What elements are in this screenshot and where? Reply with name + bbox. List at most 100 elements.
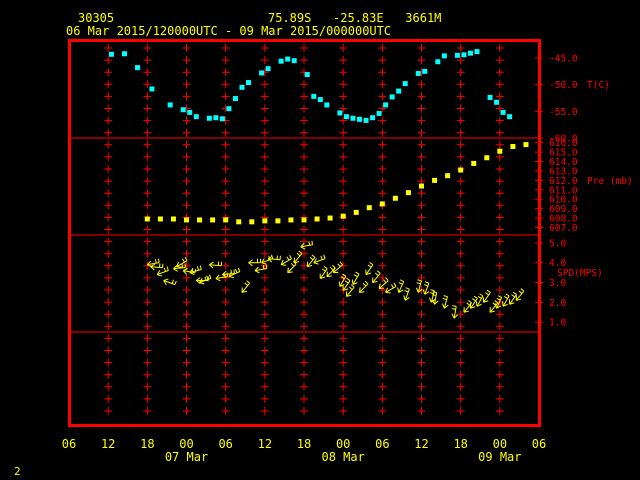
grid-cross (260, 104, 269, 113)
temperature-point (291, 58, 297, 64)
temperature-point (422, 68, 428, 74)
grid-cross (260, 298, 269, 307)
pressure-point (353, 209, 359, 215)
grid-cross (339, 394, 348, 403)
temperature-point (376, 110, 382, 116)
grid-cross (417, 334, 426, 343)
grid-cross (495, 322, 504, 331)
grid-cross (221, 249, 230, 258)
grid-cross (456, 116, 465, 125)
x-tick-label: 12 (414, 437, 428, 451)
pressure-point (170, 216, 176, 222)
wind-barb (313, 254, 326, 265)
temperature-point (180, 107, 186, 113)
x-tick-label: 06 (62, 437, 76, 451)
grid-cross (300, 80, 308, 89)
grid-cross (300, 225, 308, 234)
grid-cross (417, 358, 426, 367)
grid-cross (104, 370, 113, 379)
grid-cross (221, 334, 230, 343)
grid-cross (456, 152, 465, 161)
grid-cross (300, 128, 308, 137)
grid-cross (417, 261, 426, 270)
grid-cross (221, 261, 230, 270)
grid-cross (300, 273, 308, 282)
pressure-point (392, 195, 398, 201)
grid-cross (260, 44, 269, 52)
grid-cross (221, 92, 230, 101)
pressure-point (275, 218, 281, 224)
right-axis-labels: -45.0-50.0-55.0-60.0616.0615.0614.0613.0… (535, 54, 633, 329)
x-tick-label: 18 (453, 437, 467, 451)
grid-cross (378, 382, 387, 391)
grid-cross (221, 128, 230, 137)
grid-cross (143, 237, 152, 246)
grid-cross (182, 189, 191, 198)
page-number: 2 (14, 465, 21, 478)
grid-cross (104, 225, 113, 234)
grid-cross (182, 80, 191, 89)
grid-cross (417, 152, 426, 161)
pressure-point (249, 219, 255, 225)
wind-barb (293, 250, 303, 264)
wind-barb (338, 273, 347, 287)
grid-cross (495, 370, 504, 379)
grid-cross (104, 382, 113, 391)
wind-barb (345, 284, 355, 297)
grid-cross (182, 140, 191, 149)
grid-cross (143, 322, 152, 331)
grid-cross (104, 346, 113, 355)
y-tick-label: -50.0 (549, 80, 578, 91)
pressure-point (471, 160, 477, 166)
grid-cross (339, 346, 348, 355)
wind-barb (378, 277, 389, 289)
grid-cross (456, 104, 465, 113)
grid-cross (417, 104, 426, 113)
grid-cross (495, 225, 504, 234)
y-tick-label: 5.0 (549, 238, 566, 249)
grid-cross (495, 310, 504, 319)
grid-cross (495, 249, 504, 258)
grid-cross (495, 80, 504, 89)
grid-cross (495, 116, 504, 125)
x-day-label: 09 Mar (478, 450, 521, 464)
grid-cross (339, 189, 348, 198)
temperature-point (219, 116, 225, 122)
grid-cross (104, 152, 113, 161)
grid-cross (143, 407, 152, 415)
temperature-point (167, 102, 173, 108)
grid-cross (143, 394, 152, 403)
grid-cross (456, 249, 465, 258)
grid-cross (339, 310, 348, 319)
grid-cross (221, 394, 230, 403)
temperature-point (206, 115, 212, 121)
grid-cross (456, 394, 465, 403)
grid-cross (300, 189, 308, 198)
grid-cross (378, 116, 387, 125)
pressure-point (523, 142, 529, 148)
grid-cross (221, 152, 230, 161)
grid-cross (417, 407, 426, 415)
grid-cross (339, 225, 348, 234)
temperature-point (259, 70, 265, 76)
grid-cross (260, 346, 269, 355)
temperature-point (324, 102, 330, 108)
grid-cross (260, 370, 269, 379)
wind-barb (442, 295, 449, 309)
grid-cross (495, 165, 504, 173)
grid-cross (300, 177, 308, 186)
temperature-point (343, 114, 349, 120)
grid-cross (300, 346, 308, 355)
grid-cross (339, 298, 348, 307)
grid-cross (143, 334, 152, 343)
grid-cross (221, 225, 230, 234)
grid-cross (378, 394, 387, 403)
grid-cross (300, 370, 308, 379)
temperature-point (415, 70, 421, 76)
wind-barb (248, 258, 262, 267)
grid-cross (143, 286, 152, 294)
grid-cross (300, 310, 308, 319)
grid-cross (456, 358, 465, 367)
pressure-point (327, 215, 333, 221)
grid-cross (495, 68, 504, 77)
